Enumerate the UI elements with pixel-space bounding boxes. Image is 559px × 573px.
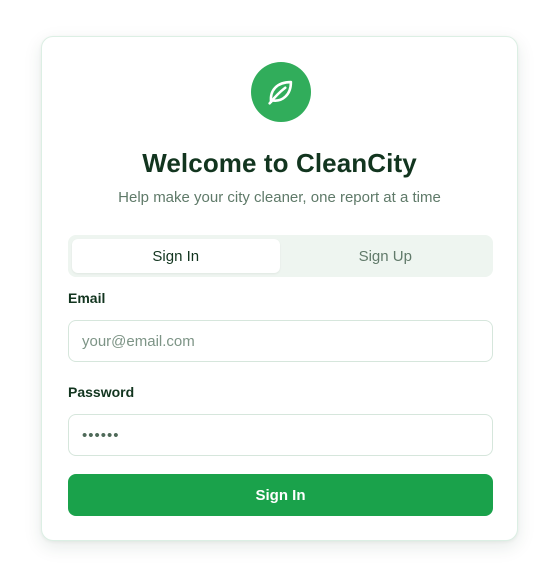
tab-sign-up[interactable]: Sign Up [282,239,490,273]
email-label: Email [68,290,106,306]
sign-in-button[interactable]: Sign In [68,474,493,516]
logo-badge [251,62,311,122]
page-subtitle: Help make your city cleaner, one report … [118,189,441,206]
auth-tabs: Sign In Sign Up [68,235,493,277]
page-title: Welcome to CleanCity [142,148,417,178]
password-field[interactable] [68,414,493,456]
email-field[interactable] [68,320,493,362]
leaf-icon [268,80,293,105]
password-label: Password [68,384,135,400]
auth-card: Welcome to CleanCity Help make your city… [41,36,518,541]
tab-sign-in[interactable]: Sign In [72,239,280,273]
